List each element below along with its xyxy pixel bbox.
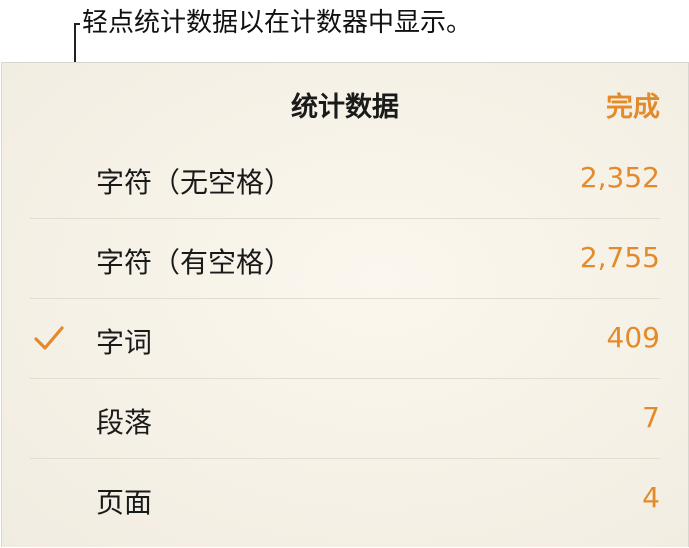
- stat-value: 2,352: [579, 161, 660, 194]
- stat-value: 7: [642, 401, 660, 434]
- callout-text: 轻点统计数据以在计数器中显示。: [82, 8, 473, 38]
- stat-row-words[interactable]: 字词 409: [2, 299, 688, 379]
- stat-value: 409: [606, 321, 660, 354]
- done-button[interactable]: 完成: [606, 85, 660, 124]
- stat-row-paragraphs[interactable]: 段落 7: [2, 379, 688, 459]
- stat-label: 字符（有空格）: [96, 246, 293, 279]
- stat-value: 4: [642, 481, 660, 514]
- stat-row-characters-with-spaces[interactable]: 字符（有空格） 2,755: [2, 219, 688, 299]
- stat-row-characters-no-spaces[interactable]: 字符（无空格） 2,352: [2, 139, 688, 219]
- stat-label: 页面: [96, 486, 153, 519]
- panel-title: 统计数据: [291, 92, 399, 123]
- stat-label: 段落: [96, 406, 153, 439]
- statistics-panel: 统计数据 完成 字符（无空格） 2,352 字符（有空格） 2,755 字词 4…: [1, 62, 689, 547]
- stat-row-pages[interactable]: 页面 4: [2, 459, 688, 539]
- stat-label: 字符（无空格）: [96, 166, 293, 199]
- checkmark-icon: [34, 326, 64, 350]
- stat-value: 2,755: [579, 241, 660, 274]
- stage: 轻点统计数据以在计数器中显示。 统计数据 完成 字符（无空格） 2,352 字符…: [0, 0, 689, 548]
- stat-label: 字词: [96, 326, 153, 359]
